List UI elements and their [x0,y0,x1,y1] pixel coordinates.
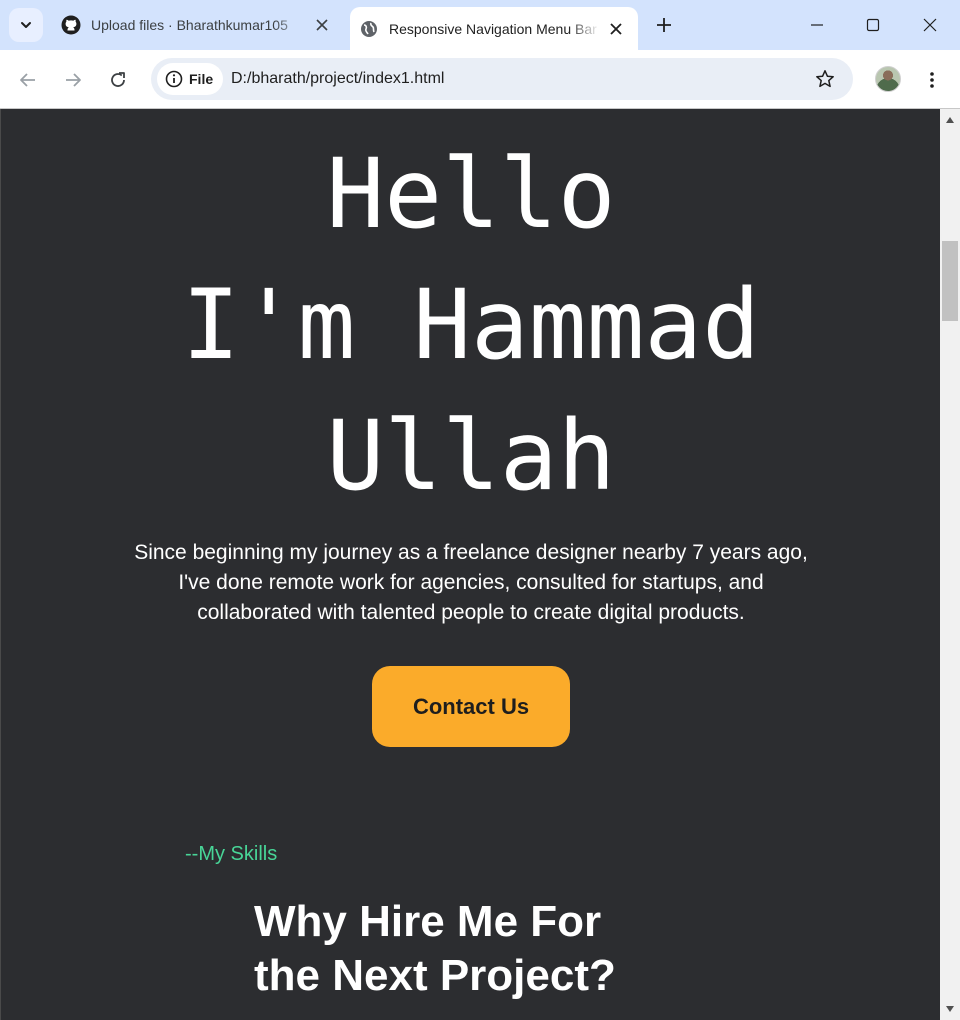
browser-menu-button[interactable] [918,64,946,96]
browser-toolbar: File D:/bharath/project/index1.html [0,50,960,109]
skills-heading: Why Hire Me For the Next Project? [254,897,616,1000]
page-scrollbar[interactable] [940,109,960,1020]
hero-line-name: I'm Hammad [182,269,760,381]
hero-line-surname: Ullah [326,400,616,512]
arrow-left-icon [20,73,35,87]
tab-search-button[interactable] [9,8,43,42]
hero-description: Since beginning my journey as a freelanc… [134,541,808,624]
triangle-down-icon [946,1006,954,1012]
close-icon [923,18,937,32]
tab-strip: Upload files · Bharathkumar105 Responsiv… [0,0,960,50]
scroll-down-button[interactable] [940,1000,960,1018]
back-button[interactable] [12,64,44,96]
forward-button[interactable] [57,64,89,96]
url-text[interactable]: D:/bharath/project/index1.html [231,58,444,100]
new-tab-button[interactable] [650,11,678,39]
reload-button[interactable] [102,64,134,96]
star-icon [816,70,834,88]
contact-us-button[interactable]: Contact Us [372,666,570,747]
maximize-icon [866,18,880,32]
chevron-down-icon [21,22,31,28]
tab-title: Upload files · Bharathkumar105 [91,17,288,33]
tab-title: Responsive Navigation Menu Bar [389,20,597,37]
more-vertical-icon [930,72,934,88]
site-info-chip[interactable]: File [157,63,224,95]
skills-label: --My Skills [185,843,278,865]
close-tab-icon[interactable] [310,13,334,37]
plus-icon [657,18,671,32]
tab-upload-files[interactable]: Upload files · Bharathkumar105 [52,7,344,43]
profile-avatar[interactable] [875,66,901,92]
minimize-button[interactable] [797,8,837,42]
triangle-up-icon [946,117,954,123]
page-viewport: Hello I'm Hammad Ullah Since beginning m… [0,109,940,1020]
bookmark-button[interactable] [813,67,837,91]
minimize-icon [811,24,823,26]
close-tab-icon[interactable] [604,17,628,41]
scroll-thumb[interactable] [942,241,958,321]
tab-responsive-navigation[interactable]: Responsive Navigation Menu Bar [350,7,638,50]
maximize-button[interactable] [853,8,893,42]
arrow-right-icon [66,73,81,87]
github-icon [61,15,81,35]
scroll-up-button[interactable] [940,111,960,129]
address-bar[interactable]: File D:/bharath/project/index1.html [151,58,853,100]
site-info-label: File [189,71,214,87]
hero-line-hello: Hello [326,138,616,250]
info-icon [165,70,183,88]
close-window-button[interactable] [910,8,950,42]
globe-icon [361,20,377,37]
hero-title: Hello I'm Hammad Ullah [1,129,940,522]
reload-icon [111,72,125,87]
